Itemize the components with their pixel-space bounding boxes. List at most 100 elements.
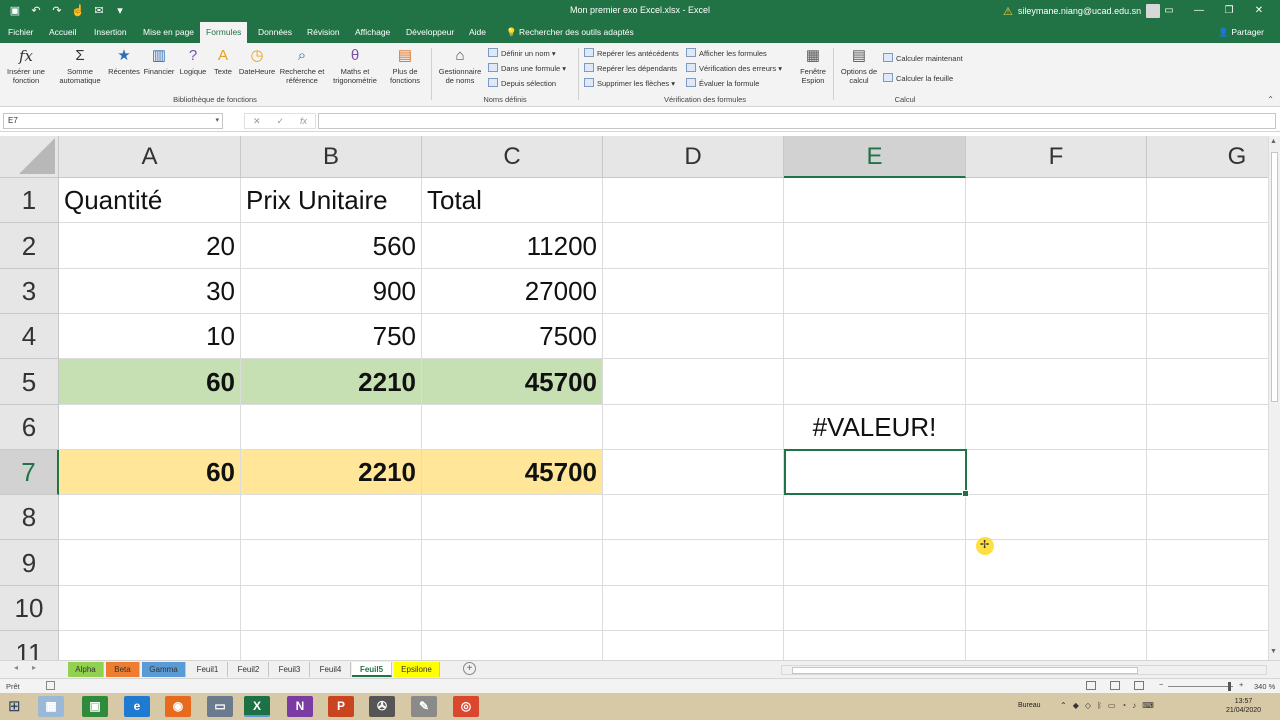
grid-cell[interactable] [1147, 314, 1268, 359]
column-header-f[interactable]: F [966, 136, 1147, 178]
error-checking-button[interactable]: Vérification des erreurs ▾ [686, 63, 782, 74]
cell-a3[interactable]: 30 [59, 269, 241, 314]
tell-me-search[interactable]: 💡 Rechercher des outils adaptés [506, 22, 634, 43]
grid-cell[interactable] [1147, 631, 1268, 660]
grid-cell[interactable] [603, 540, 784, 586]
tab-fichier[interactable]: Fichier [2, 22, 40, 43]
add-sheet-button[interactable]: + [463, 662, 476, 675]
sheet-tab-alpha[interactable]: Alpha [68, 662, 104, 677]
trace-dependents-button[interactable]: Repérer les dépendants [584, 63, 677, 74]
grid-cell[interactable] [603, 631, 784, 660]
cell-a2[interactable]: 20 [59, 223, 241, 269]
media-player-icon[interactable]: ✇ [369, 696, 395, 717]
tray-chevron-icon[interactable]: ⌃ [1060, 701, 1067, 710]
grid-cell[interactable] [966, 314, 1147, 359]
network-icon[interactable]: ◔ [1121, 701, 1126, 710]
remove-arrows-button[interactable]: Supprimer les flèches ▾ [584, 78, 675, 89]
grid-cell[interactable] [422, 631, 603, 660]
grid-cell[interactable] [966, 359, 1147, 405]
cancel-icon[interactable]: ✕ [253, 114, 261, 128]
name-box[interactable]: E7 ▾ [3, 113, 223, 129]
grid-cell[interactable] [966, 269, 1147, 314]
datetime-button[interactable]: ◷ DateHeure [237, 47, 277, 76]
sheet-tab-epsilone[interactable]: Epsilone [394, 662, 440, 677]
tab-developpeur[interactable]: Développeur [400, 22, 460, 43]
grid-cell[interactable] [603, 586, 784, 631]
trace-precedents-button[interactable]: Repérer les antécédents [584, 48, 679, 59]
calculation-options-button[interactable]: ▤ Options de calcul [837, 47, 881, 85]
grid-cell[interactable] [422, 540, 603, 586]
restore-icon[interactable]: ❐ [1214, 3, 1244, 18]
grid-cell[interactable] [784, 631, 966, 660]
normal-view-icon[interactable] [1086, 681, 1096, 690]
grid-cell[interactable] [966, 586, 1147, 631]
sheet-tab-beta[interactable]: Beta [106, 662, 140, 677]
grid-cell[interactable] [784, 269, 966, 314]
dropbox-icon[interactable]: ◇ [1085, 701, 1091, 710]
grid-cell[interactable] [1147, 586, 1268, 631]
grid-cell[interactable] [59, 631, 241, 660]
grid-cell[interactable] [422, 586, 603, 631]
grid-cell[interactable] [1147, 450, 1268, 495]
worksheet-grid[interactable]: A B C D E F G 1 2 3 4 5 6 7 8 9 10 11 Qu… [0, 136, 1268, 660]
edge-icon[interactable]: e [124, 696, 150, 717]
lookup-reference-button[interactable]: ⌕ Recherche et référence [277, 47, 327, 85]
zoom-slider-knob[interactable] [1228, 682, 1231, 691]
show-formulas-button[interactable]: Afficher les formules [686, 48, 767, 59]
cell-b7[interactable]: 2210 [241, 450, 422, 495]
cell-c7[interactable]: 45700 [422, 450, 603, 495]
column-header-a[interactable]: A [59, 136, 241, 178]
grid-cell[interactable] [603, 314, 784, 359]
grid-cell[interactable] [1147, 359, 1268, 405]
minimize-icon[interactable]: — [1184, 3, 1214, 18]
cell-b1[interactable]: Prix Unitaire [241, 178, 422, 223]
calculate-sheet-button[interactable]: Calculer la feuille [883, 73, 953, 84]
select-all-corner[interactable] [0, 136, 59, 178]
insert-function-button[interactable]: fx Insérer une fonction [4, 47, 48, 85]
financial-button[interactable]: ▥ Financier [141, 47, 177, 76]
grid-cell[interactable] [241, 540, 422, 586]
recent-functions-button[interactable]: ★ Récentes [106, 47, 142, 76]
grid-cell[interactable] [59, 495, 241, 540]
file-explorer-icon[interactable]: ▦ [38, 696, 64, 717]
page-break-view-icon[interactable] [1134, 681, 1144, 690]
column-header-e[interactable]: E [784, 136, 966, 178]
sheet-tab-feuil4[interactable]: Feuil4 [311, 662, 351, 677]
onenote-icon[interactable]: N [287, 696, 313, 717]
row-header-10[interactable]: 10 [0, 586, 59, 631]
active-cell-e7[interactable] [784, 449, 969, 497]
text-functions-button[interactable]: A Texte [209, 47, 237, 76]
zoom-out-icon[interactable]: − [1159, 680, 1163, 689]
grid-cell[interactable] [603, 269, 784, 314]
scroll-up-icon[interactable]: ▲ [1270, 138, 1277, 145]
grid-cell[interactable] [422, 495, 603, 540]
logical-button[interactable]: ? Logique [176, 47, 210, 76]
tab-accueil[interactable]: Accueil [43, 22, 82, 43]
tab-revision[interactable]: Révision [301, 22, 346, 43]
grid-cell[interactable] [1147, 269, 1268, 314]
column-header-d[interactable]: D [603, 136, 784, 178]
grid-cell[interactable] [784, 314, 966, 359]
column-header-b[interactable]: B [241, 136, 422, 178]
page-layout-view-icon[interactable] [1110, 681, 1120, 690]
grid-cell[interactable] [966, 405, 1147, 450]
grid-cell[interactable] [241, 586, 422, 631]
more-functions-button[interactable]: ▤ Plus de fonctions [383, 47, 427, 85]
computer-icon[interactable]: ▭ [207, 696, 233, 717]
powerpoint-icon[interactable]: P [328, 696, 354, 717]
grid-cell[interactable] [603, 450, 784, 495]
grid-cell[interactable] [1147, 223, 1268, 269]
grid-cell[interactable] [1147, 405, 1268, 450]
grid-cell[interactable] [1147, 540, 1268, 586]
row-header-7[interactable]: 7 [0, 450, 59, 495]
sheet-tab-feuil5[interactable]: Feuil5 [352, 662, 392, 677]
tab-insertion[interactable]: Insertion [88, 22, 133, 43]
grid-cell[interactable] [966, 631, 1147, 660]
cell-c3[interactable]: 27000 [422, 269, 603, 314]
use-in-formula-button[interactable]: Dans une formule ▾ [488, 63, 566, 74]
tab-donnees[interactable]: Données [252, 22, 298, 43]
grid-cell[interactable] [603, 178, 784, 223]
chrome-icon[interactable]: ◎ [453, 696, 479, 717]
grid-cell[interactable] [784, 586, 966, 631]
horizontal-scrollbar[interactable] [781, 665, 1267, 675]
